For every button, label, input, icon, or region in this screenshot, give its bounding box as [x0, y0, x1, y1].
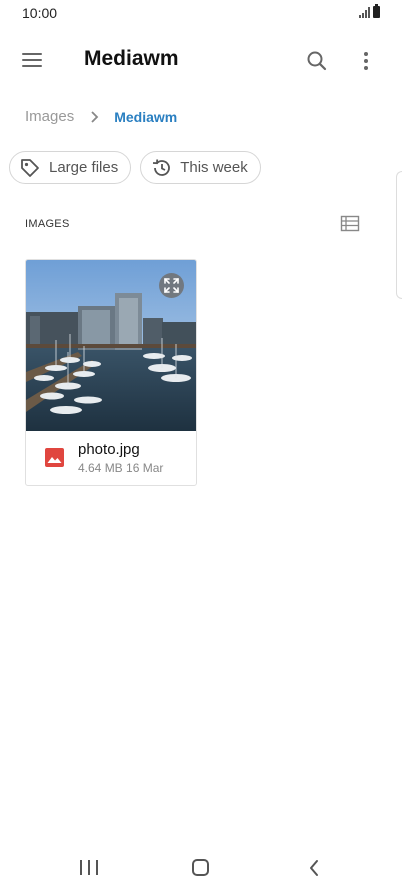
section-label: IMAGES: [25, 218, 70, 230]
chevron-right-icon: [91, 110, 99, 123]
more-vert-icon[interactable]: [356, 46, 376, 76]
list-view-icon[interactable]: [340, 215, 360, 233]
battery-icon: [373, 4, 380, 18]
file-card[interactable]: photo.jpg 4.64 MB 16 Mar: [25, 259, 197, 486]
filter-chips: Large files This week: [9, 151, 261, 184]
breadcrumb-current[interactable]: Mediawm: [114, 109, 177, 125]
navigation-bar: [0, 848, 402, 888]
scroll-handle[interactable]: [396, 171, 402, 299]
expand-icon[interactable]: [159, 273, 184, 298]
hamburger-menu-icon[interactable]: [22, 48, 52, 72]
file-info: photo.jpg 4.64 MB 16 Mar: [26, 431, 196, 485]
chip-this-week[interactable]: This week: [140, 151, 261, 184]
tag-icon: [21, 158, 39, 177]
file-name: photo.jpg: [78, 441, 140, 458]
signal-icon: [359, 7, 370, 18]
page-title: Mediawm: [84, 47, 179, 70]
chip-label: Large files: [49, 159, 119, 176]
recents-icon[interactable]: [80, 860, 98, 876]
breadcrumb-images[interactable]: Images: [25, 108, 74, 125]
file-meta: 4.64 MB 16 Mar: [78, 461, 164, 475]
status-icons: [359, 4, 380, 18]
app-bar: Mediawm: [0, 34, 402, 86]
chip-label: This week: [180, 159, 248, 176]
chip-large-files[interactable]: Large files: [9, 151, 132, 184]
home-icon[interactable]: [192, 859, 209, 876]
breadcrumb: Images Mediawm: [25, 108, 177, 125]
history-icon: [153, 158, 171, 176]
image-file-icon: [45, 448, 64, 467]
status-time: 10:00: [22, 5, 58, 21]
status-bar: 10:00: [0, 0, 402, 28]
back-icon[interactable]: [307, 858, 321, 878]
search-icon[interactable]: [302, 46, 332, 76]
